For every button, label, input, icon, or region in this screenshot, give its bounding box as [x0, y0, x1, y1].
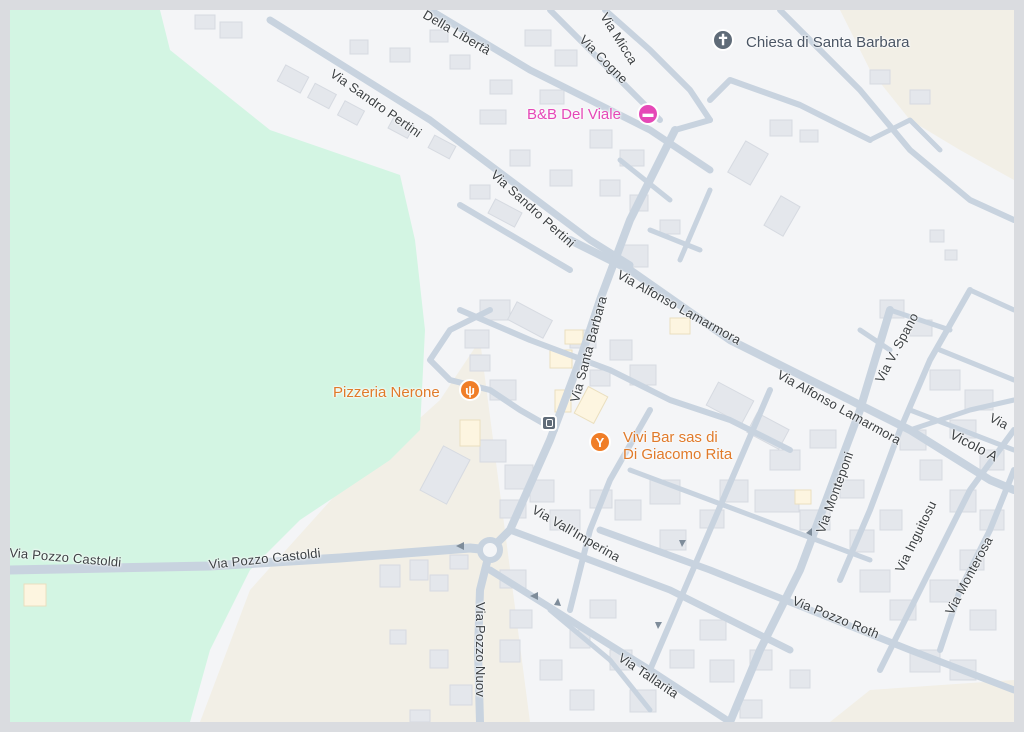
- pizzeria-label[interactable]: Pizzeria Nerone: [333, 385, 440, 401]
- bar-label-line1[interactable]: Vivi Bar sas di: [623, 430, 718, 446]
- map-base-layer: [10, 10, 1014, 722]
- bar-label-line2[interactable]: Di Giacomo Rita: [623, 447, 732, 463]
- church-label[interactable]: Chiesa di Santa Barbara: [746, 35, 909, 51]
- sand-area-southeast: [830, 680, 1014, 722]
- roundabout: [477, 537, 503, 563]
- bed-icon[interactable]: ▬: [637, 103, 659, 125]
- cocktail-icon[interactable]: Y: [589, 431, 611, 453]
- fork-knife-icon[interactable]: ψ: [459, 379, 481, 401]
- street-label-pozzo-nuovo: Via Pozzo Nuov: [473, 602, 488, 698]
- hotel-label[interactable]: B&B Del Viale: [527, 107, 621, 123]
- cross-icon[interactable]: ✝: [712, 29, 734, 51]
- map-canvas[interactable]: ✝ Chiesa di Santa Barbara B&B Del Viale …: [10, 10, 1014, 722]
- bus-stop-icon[interactable]: [541, 415, 557, 431]
